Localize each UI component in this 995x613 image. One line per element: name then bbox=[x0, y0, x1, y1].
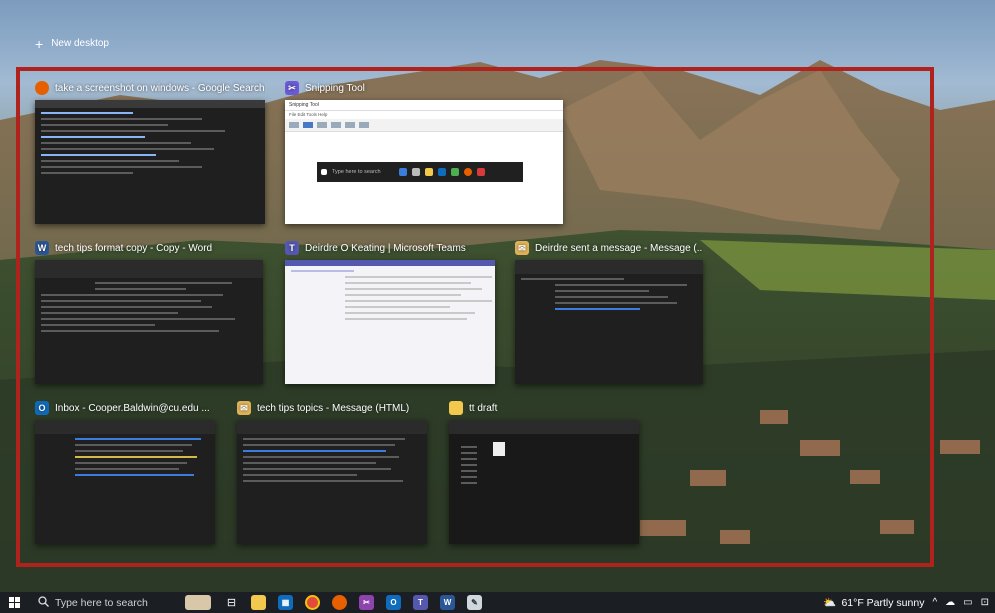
cortana-button[interactable] bbox=[178, 592, 218, 613]
taskbar-firefox[interactable] bbox=[326, 592, 353, 613]
weather-widget[interactable]: ⛅ 61°F Partly sunny bbox=[823, 596, 925, 610]
firefox-icon bbox=[35, 81, 49, 95]
network-icon[interactable]: ⊡ bbox=[981, 597, 989, 608]
window-title: Snipping Tool bbox=[305, 82, 365, 94]
window-thumbnail-word[interactable]: W tech tips format copy - Copy - Word bbox=[35, 238, 263, 384]
snip-toolbar bbox=[285, 119, 563, 132]
display-icon[interactable]: ▭ bbox=[963, 597, 972, 608]
folder-icon bbox=[449, 401, 463, 415]
plus-icon: + bbox=[35, 35, 44, 52]
teams-icon: T bbox=[285, 241, 299, 255]
window-title: Deirdre O Keating | Microsoft Teams bbox=[305, 242, 466, 254]
teams-icon: T bbox=[413, 595, 428, 610]
window-thumbnail-firefox[interactable]: take a screenshot on windows - Google Se… bbox=[35, 78, 265, 224]
taskbar-store[interactable]: ▦ bbox=[272, 592, 299, 613]
store-icon: ▦ bbox=[278, 595, 293, 610]
word-icon: W bbox=[35, 241, 49, 255]
new-desktop-label: New desktop bbox=[51, 38, 109, 49]
taskbar-snipping-tool[interactable]: ✂ bbox=[353, 592, 380, 613]
snip-search-text: Type here to search bbox=[332, 169, 381, 175]
system-tray: ⛅ 61°F Partly sunny ^ ☁ ▭ ⊡ bbox=[823, 592, 995, 613]
taskbar-file-explorer[interactable] bbox=[245, 592, 272, 613]
search-placeholder: Type here to search bbox=[55, 596, 148, 609]
window-title: Inbox - Cooper.Baldwin@cu.edu ... bbox=[55, 402, 210, 414]
taskbar: Type here to search ⊟ ▦ ✂ O T W ✎ ⛅ 61°F… bbox=[0, 592, 995, 613]
partly-sunny-icon: ⛅ bbox=[823, 597, 837, 609]
snipping-tool-icon: ✂ bbox=[359, 595, 374, 610]
firefox-icon bbox=[332, 595, 347, 610]
window-preview bbox=[515, 260, 703, 384]
new-desktop-button[interactable]: + New desktop bbox=[35, 35, 109, 52]
window-preview: Snipping Tool File Edit Tools Help Type … bbox=[285, 100, 563, 224]
window-thumbnail-snipping-tool[interactable]: ✂ Snipping Tool Snipping Tool File Edit … bbox=[285, 78, 563, 224]
taskbar-outlook[interactable]: O bbox=[380, 592, 407, 613]
chrome-icon bbox=[305, 595, 320, 610]
folder-icon bbox=[251, 595, 266, 610]
start-button[interactable] bbox=[0, 592, 28, 613]
window-title: tt draft bbox=[469, 402, 498, 414]
snipping-tool-icon: ✂ bbox=[285, 81, 299, 95]
window-title: take a screenshot on windows - Google Se… bbox=[55, 82, 265, 94]
window-preview bbox=[237, 420, 427, 544]
word-icon: W bbox=[440, 595, 455, 610]
window-thumbnail-message-deirdre[interactable]: ✉ Deirdre sent a message - Message (... bbox=[515, 238, 703, 384]
window-preview bbox=[285, 260, 495, 384]
envelope-icon: ✉ bbox=[515, 241, 529, 255]
window-title: tech tips topics - Message (HTML) bbox=[257, 402, 410, 414]
taskbar-chrome[interactable] bbox=[299, 592, 326, 613]
window-thumbnail-file-explorer[interactable]: tt draft bbox=[449, 398, 639, 544]
task-view-button[interactable]: ⊟ bbox=[218, 592, 245, 613]
window-preview bbox=[449, 420, 639, 544]
window-preview bbox=[35, 420, 215, 544]
outlook-icon: O bbox=[35, 401, 49, 415]
taskbar-paint[interactable]: ✎ bbox=[461, 592, 488, 613]
snip-captured-taskbar: Type here to search bbox=[317, 162, 523, 182]
search-icon bbox=[38, 595, 49, 610]
paint-icon: ✎ bbox=[467, 595, 482, 610]
window-thumbnail-teams[interactable]: T Deirdre O Keating | Microsoft Teams bbox=[285, 238, 495, 384]
window-thumbnail-outlook-inbox[interactable]: O Inbox - Cooper.Baldwin@cu.edu ... bbox=[35, 398, 215, 544]
window-thumbnail-message-tech-tips[interactable]: ✉ tech tips topics - Message (HTML) bbox=[237, 398, 427, 544]
outlook-icon: O bbox=[386, 595, 401, 610]
windows-logo-icon bbox=[8, 597, 20, 608]
window-preview bbox=[35, 260, 263, 384]
task-view-icon: ⊟ bbox=[226, 597, 237, 609]
snip-window-title: Snipping Tool bbox=[285, 100, 563, 111]
weather-text: 61°F Partly sunny bbox=[841, 596, 925, 609]
cortana-icon bbox=[185, 595, 211, 610]
envelope-icon: ✉ bbox=[237, 401, 251, 415]
taskbar-word[interactable]: W bbox=[434, 592, 461, 613]
snip-menu-bar: File Edit Tools Help bbox=[285, 111, 563, 119]
window-title: tech tips format copy - Copy - Word bbox=[55, 242, 213, 254]
chevron-up-icon[interactable]: ^ bbox=[932, 597, 937, 608]
taskbar-teams[interactable]: T bbox=[407, 592, 434, 613]
window-title: Deirdre sent a message - Message (... bbox=[535, 242, 703, 254]
taskbar-search[interactable]: Type here to search bbox=[28, 592, 178, 613]
cloud-icon[interactable]: ☁ bbox=[945, 597, 955, 608]
window-preview bbox=[35, 100, 265, 224]
